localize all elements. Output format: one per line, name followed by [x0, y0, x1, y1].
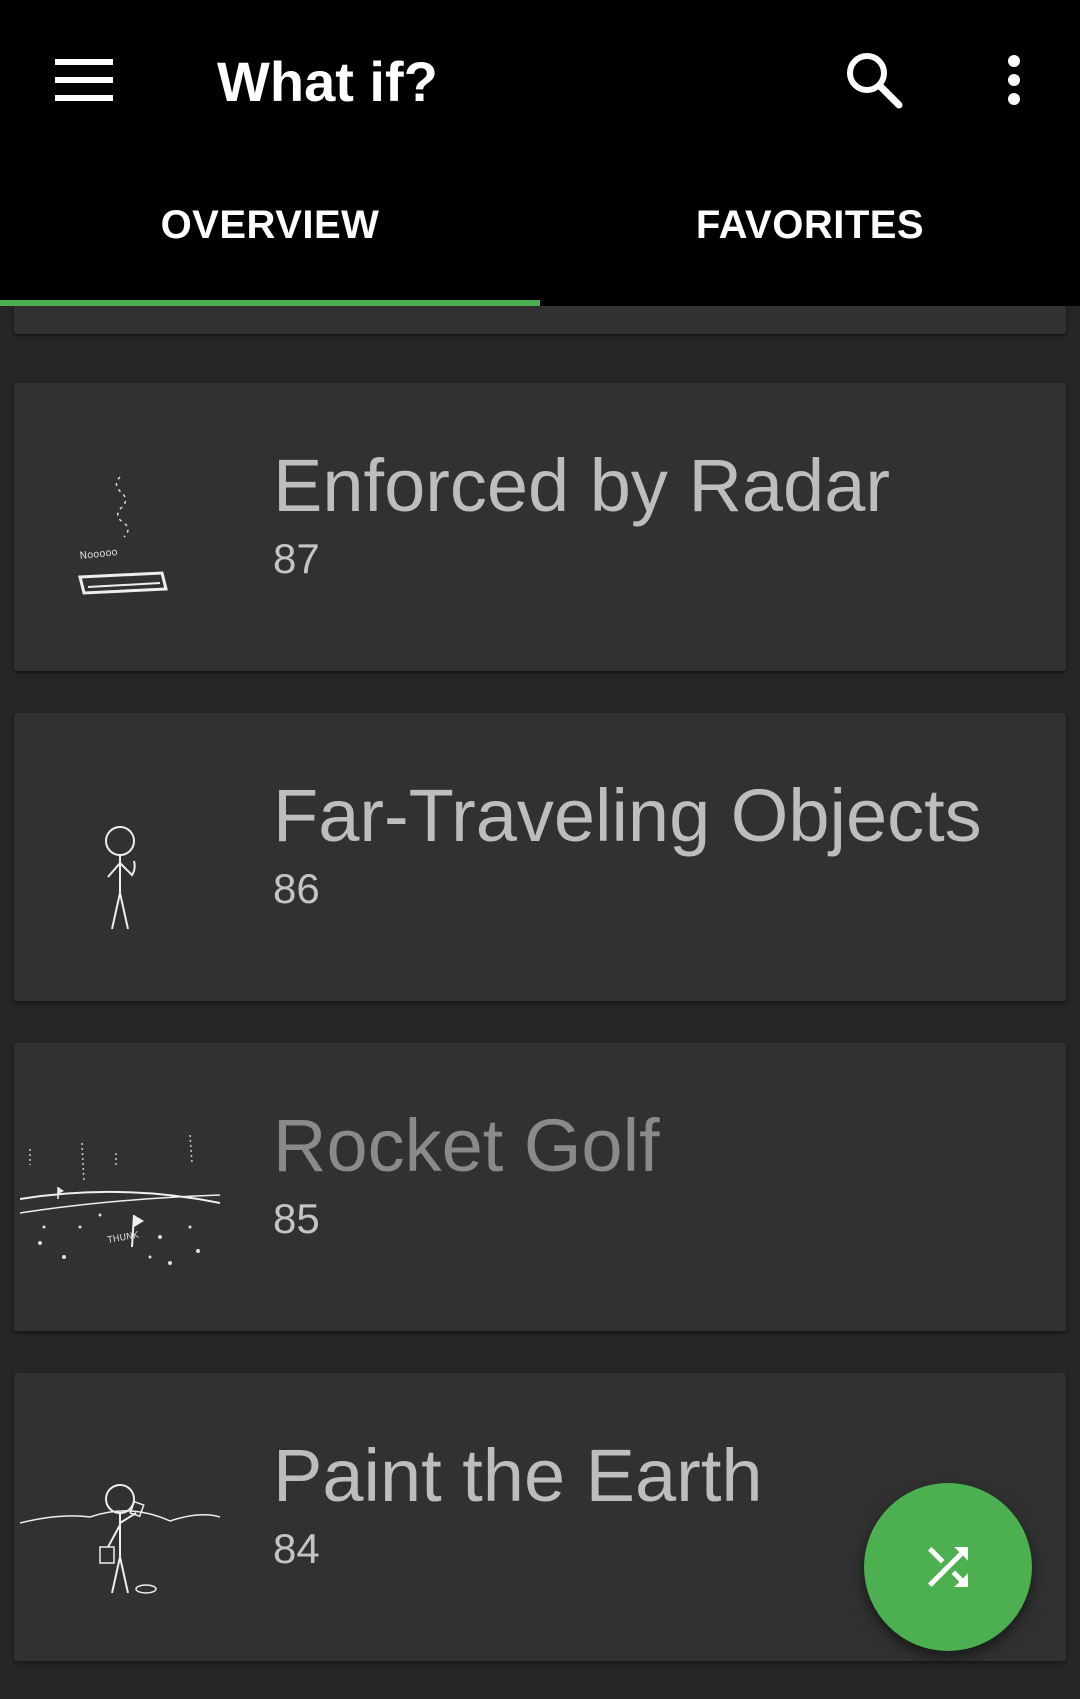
golf-caption: THUNK [106, 1230, 141, 1246]
article-card[interactable]: Far-Traveling Objects 86 [14, 713, 1066, 1001]
shuffle-icon [928, 1547, 968, 1587]
radar-caption: Nooooo [79, 547, 118, 562]
search-button[interactable] [834, 40, 914, 120]
article-card[interactable]: THUNK Rocket Golf 85 [14, 1043, 1066, 1331]
article-number: 86 [273, 865, 320, 912]
article-card[interactable]: Nooooo Enforced by Radar 87 [14, 383, 1066, 671]
more-vert-icon [1008, 55, 1020, 105]
more-options-button[interactable] [974, 40, 1054, 120]
article-title: Rocket Golf [273, 1104, 660, 1187]
article-number: 87 [273, 535, 320, 582]
article-card-partial[interactable] [14, 306, 1066, 334]
stick-figure-thumbnail [105, 826, 136, 930]
tablet-sketch-thumbnail: Nooooo [78, 476, 168, 595]
hamburger-menu-icon [55, 59, 113, 101]
app-bar: What if? [0, 0, 1080, 160]
tab-favorites[interactable]: FAVORITES [540, 160, 1080, 306]
app-title: What if? [217, 50, 438, 113]
painter-thumbnail [20, 1484, 220, 1594]
shuffle-button[interactable] [864, 1483, 1032, 1651]
article-title: Far-Traveling Objects [273, 774, 982, 857]
article-number: 84 [273, 1525, 320, 1572]
article-title: Paint the Earth [273, 1434, 763, 1517]
article-number: 85 [273, 1195, 320, 1242]
golf-field-thumbnail: THUNK [20, 1134, 220, 1265]
search-icon [847, 53, 903, 109]
menu-button[interactable] [44, 40, 124, 120]
tab-bar: OVERVIEW FAVORITES [0, 160, 1080, 306]
article-title: Enforced by Radar [273, 444, 891, 527]
tab-overview[interactable]: OVERVIEW [0, 160, 540, 306]
